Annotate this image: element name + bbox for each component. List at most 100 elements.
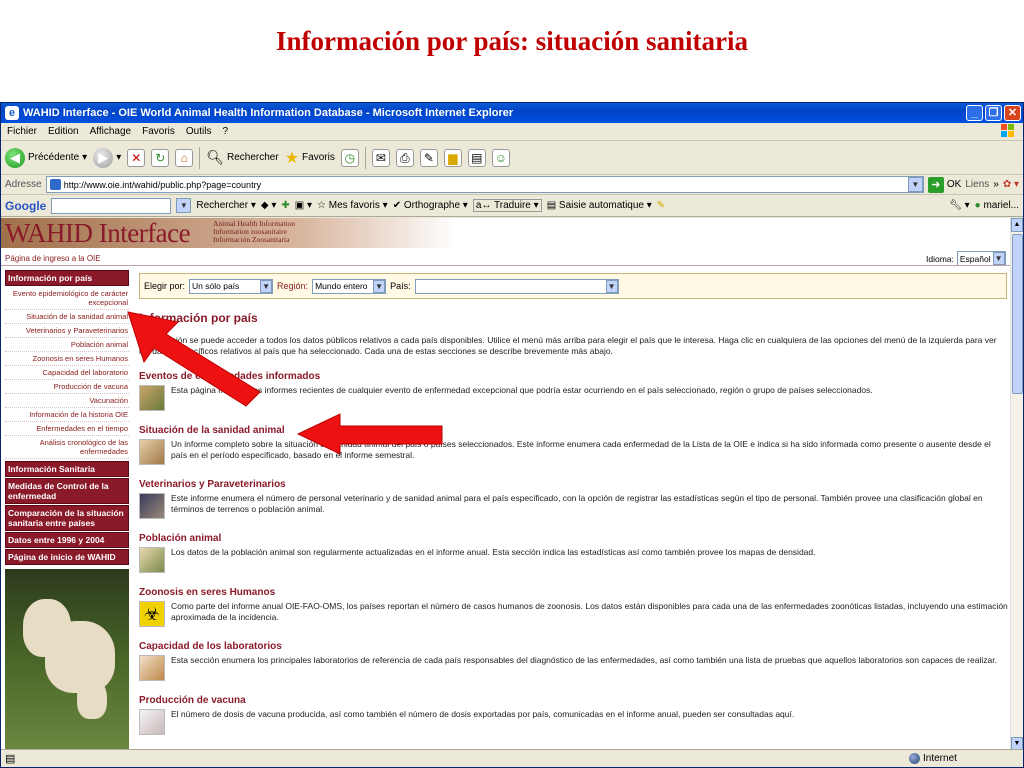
google-favorites-button[interactable]: ☆ Mes favoris ▾ xyxy=(317,200,388,211)
bookmark-add-icon[interactable]: ✚ xyxy=(281,200,289,211)
chevron-down-icon: ▼ xyxy=(260,279,273,293)
sidebar-item[interactable]: Producción de vacuna xyxy=(5,380,129,394)
sidebar-head[interactable]: Comparación de la situación sanitaria en… xyxy=(5,505,129,531)
address-bar: Adresse http://www.oie.int/wahid/public.… xyxy=(1,175,1023,195)
menu-favoris[interactable]: Favoris xyxy=(142,126,175,137)
google-search-button[interactable]: Rechercher ▾ xyxy=(196,200,256,211)
filter-bar: Elegir por: Un sólo país ▼ Región: Mundo… xyxy=(139,273,1007,299)
cattle-photo xyxy=(5,569,129,751)
refresh-icon[interactable]: ↻ xyxy=(151,148,170,167)
settings-wrench-icon[interactable]: 🔧︎ ▾ xyxy=(949,200,970,211)
toolbar-options-icon[interactable]: ✿ ▾ xyxy=(1003,179,1019,190)
sidebar-head[interactable]: Medidas de Control de la enfermedad xyxy=(5,478,129,504)
sidebar-item[interactable]: Población animal xyxy=(5,338,129,352)
stop-icon[interactable]: ✕ xyxy=(127,148,146,167)
go-button[interactable]: ➜ OK xyxy=(927,176,961,193)
select-by-select[interactable]: Un sólo país ▼ xyxy=(189,278,274,294)
sheep-thumbnail-icon[interactable] xyxy=(139,547,165,573)
cow-shape xyxy=(77,679,107,719)
language-select[interactable]: Español ▼ xyxy=(956,251,1006,266)
back-arrow-icon: ◀ xyxy=(5,147,25,168)
back-button[interactable]: ◀ Précédente ▾ xyxy=(5,147,87,168)
oie-entry-link[interactable]: Página de ingreso a la OIE xyxy=(5,254,101,263)
folder-icon[interactable]: ▆ xyxy=(443,148,462,167)
sidebar-item[interactable]: Capacidad del laboratorio xyxy=(5,366,129,380)
address-input[interactable]: http://www.oie.int/wahid/public.php?page… xyxy=(45,176,924,193)
menu-outils[interactable]: Outils xyxy=(186,126,212,137)
pagerank-icon[interactable]: ◆ ▾ xyxy=(261,200,277,211)
menu-edition[interactable]: Edition xyxy=(48,126,79,137)
google-toolbar: Google ▼ Rechercher ▾ ◆ ▾ ✚ ▣ ▾ ☆ Mes fa… xyxy=(1,195,1023,217)
menu-affichage[interactable]: Affichage xyxy=(90,126,132,137)
status-bar: ▤ Internet xyxy=(1,749,1023,767)
sidebar-item[interactable]: Enfermedades en el tiempo xyxy=(5,422,129,436)
section-zoonoses: Zoonosis en seres Humanos ☣ Como parte d… xyxy=(139,587,1009,627)
section-title[interactable]: Producción de vacuna xyxy=(139,695,1009,706)
google-account-button[interactable]: ● mariel... xyxy=(975,200,1019,211)
windows-logo-icon xyxy=(1001,124,1014,137)
autofill-button[interactable]: ▤ Saisie automatique ▾ xyxy=(547,200,652,211)
forward-button[interactable]: ▶ ▾ xyxy=(93,147,121,168)
close-button[interactable]: ✕ xyxy=(1004,105,1021,121)
translate-button[interactable]: a↔ Traduire ▾ xyxy=(472,199,542,212)
window-titlebar: e WAHID Interface - OIE World Animal Hea… xyxy=(1,103,1023,123)
wahid-logo[interactable]: WAHID Interface xyxy=(5,218,191,249)
vertical-scrollbar[interactable]: ▲ ▼ xyxy=(1010,218,1023,751)
history-icon[interactable]: ◷ xyxy=(340,148,359,167)
country-select[interactable]: ▼ xyxy=(414,278,619,294)
spellcheck-button[interactable]: ✔ Orthographe ▾ xyxy=(393,200,468,211)
edit-icon[interactable]: ✎ xyxy=(419,148,438,167)
annotation-arrow-horizontal xyxy=(296,413,443,455)
address-label: Adresse xyxy=(5,179,42,190)
home-icon[interactable]: ⌂ xyxy=(175,148,194,167)
section-title[interactable]: Veterinarios y Paraveterinarios xyxy=(139,479,1009,490)
address-dropdown-icon[interactable]: ▼ xyxy=(907,177,923,192)
lab-thumbnail-icon[interactable] xyxy=(139,655,165,681)
menu-help[interactable]: ? xyxy=(222,126,228,137)
minimize-button[interactable]: _ xyxy=(966,105,983,121)
people-thumbnail-icon[interactable] xyxy=(139,493,165,519)
scroll-up-icon[interactable]: ▲ xyxy=(1011,218,1023,232)
sidebar-item[interactable]: Veterinarios y Paraveterinarios xyxy=(5,324,129,338)
section-title[interactable]: Capacidad de los laboratorios xyxy=(139,641,1009,652)
sidebar-head[interactable]: Datos entre 1996 y 2004 xyxy=(5,532,129,548)
maximize-button[interactable]: ❐ xyxy=(985,105,1002,121)
google-logo[interactable]: Google xyxy=(5,199,46,213)
biohazard-icon[interactable]: ☣ xyxy=(139,601,165,627)
vaccine-thumbnail-icon[interactable] xyxy=(139,709,165,735)
chevron-right-icon[interactable]: » xyxy=(993,179,999,190)
google-search-input[interactable] xyxy=(51,197,172,214)
sidebar-head-country-info[interactable]: Información por país xyxy=(5,270,129,286)
sidebar-item[interactable]: Análisis cronológico de las enfermedades xyxy=(5,436,129,459)
chevron-down-icon: ▼ xyxy=(373,279,386,293)
highlight-icon[interactable]: ✎ xyxy=(657,200,665,211)
annotation-arrow-diagonal xyxy=(127,311,261,407)
sidebar-item[interactable]: Situación de la sanidad animal xyxy=(5,310,129,324)
messenger-icon[interactable]: ☺ xyxy=(491,148,510,167)
section-title[interactable]: Situación de la sanidad animal xyxy=(139,425,1009,436)
scroll-thumb[interactable] xyxy=(1012,234,1023,394)
toolbar-separator xyxy=(364,146,366,169)
sidebar-item[interactable]: Vacunación xyxy=(5,394,129,408)
header-divider xyxy=(1,265,1011,266)
browser-window: e WAHID Interface - OIE World Animal Hea… xyxy=(0,102,1024,768)
region-select[interactable]: Mundo entero ▼ xyxy=(312,278,387,294)
sidebar-head[interactable]: Página de inicio de WAHID xyxy=(5,549,129,565)
animal-thumbnail-icon[interactable] xyxy=(139,439,165,465)
section-laboratories: Capacidad de los laboratorios Esta secci… xyxy=(139,641,1009,681)
sidebar-head[interactable]: Información Sanitaria xyxy=(5,461,129,477)
sidebar-item[interactable]: Información de la historia OIE xyxy=(5,408,129,422)
sidebar-item[interactable]: Evento epidemiológico de carácter excepc… xyxy=(5,287,129,310)
search-button[interactable]: 🔍︎ Rechercher xyxy=(206,149,278,166)
research-icon[interactable]: ▤ xyxy=(467,148,486,167)
google-dropdown-icon[interactable]: ▼ xyxy=(176,198,192,213)
favorites-button[interactable]: ★ Favoris xyxy=(285,148,335,168)
print-icon[interactable]: ⎙ xyxy=(395,148,414,167)
section-title[interactable]: Población animal xyxy=(139,533,1009,544)
popup-blocker-icon[interactable]: ▣ ▾ xyxy=(295,200,312,211)
links-label[interactable]: Liens xyxy=(965,179,989,190)
sidebar-item[interactable]: Zoonosis en seres Humanos xyxy=(5,352,129,366)
section-title[interactable]: Zoonosis en seres Humanos xyxy=(139,587,1009,598)
menu-fichier[interactable]: Fichier xyxy=(7,126,37,137)
mail-icon[interactable]: ✉ xyxy=(371,148,390,167)
